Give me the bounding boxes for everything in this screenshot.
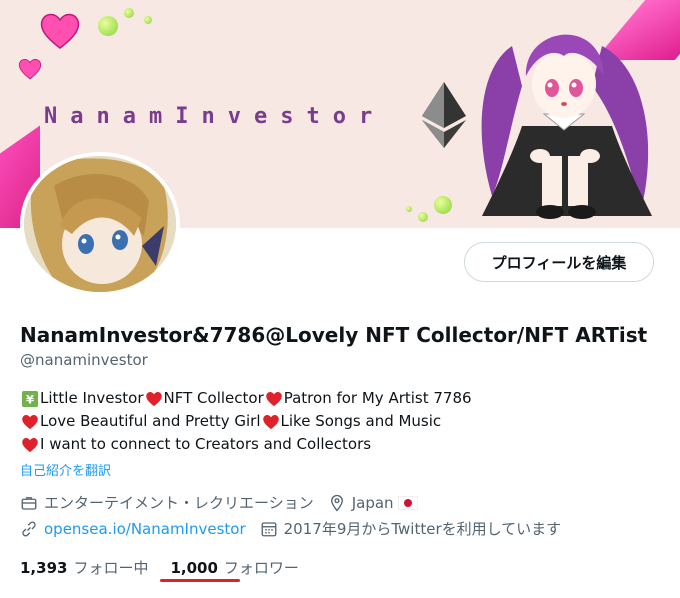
link-icon — [22, 521, 36, 536]
profile-meta-row: opensea.io/NanamInvestor 2017年9月からTwitte… — [20, 518, 575, 539]
red-heart-emoji-icon — [22, 414, 38, 429]
profile-bio: ¥ Little Investor NFT Collector Patron f… — [20, 387, 472, 456]
green-ball — [434, 196, 452, 214]
followers-count: 1,000 — [170, 558, 218, 577]
joined-item: 2017年9月からTwitterを利用しています — [260, 518, 562, 539]
profile-meta-row: エンターテイメント・レクリエーション Japan — [20, 492, 432, 513]
following-label: フォロー中 — [73, 559, 149, 577]
green-ball — [98, 16, 118, 36]
bio-text: Love Beautiful and Pretty Girl — [40, 412, 261, 430]
green-ball — [406, 206, 412, 212]
bio-text: I want to connect to Creators and Collec… — [40, 435, 372, 453]
followers-label: フォロワー — [223, 559, 299, 577]
bio-text: NFT Collector — [163, 389, 264, 407]
briefcase-icon — [21, 496, 37, 510]
website-link[interactable]: opensea.io/NanamInvestor — [44, 520, 246, 538]
anime-girl-illustration — [481, 34, 652, 219]
map-pin-icon — [330, 494, 343, 512]
bio-line: Love Beautiful and Pretty Girl Like Song… — [20, 410, 472, 433]
banner-title: NanamInvestor — [44, 104, 386, 129]
bio-line: I want to connect to Creators and Collec… — [20, 433, 472, 456]
follow-stats: 1,393 フォロー中 1,000 フォロワー — [20, 557, 321, 582]
red-heart-emoji-icon — [262, 414, 279, 429]
bio-text: Patron for My Artist 7786 — [283, 389, 472, 407]
ethereum-icon — [422, 82, 466, 148]
red-heart-emoji-icon — [22, 437, 38, 452]
display-name: NanamInvestor&7786@Lovely NFT Collector/… — [20, 323, 648, 347]
red-underline-annotation — [160, 579, 241, 582]
green-ball — [124, 8, 134, 18]
heart-icon — [18, 59, 42, 80]
bio-line: ¥ Little Investor NFT Collector Patron f… — [20, 387, 472, 410]
bio-text: Like Songs and Music — [280, 412, 442, 430]
yen-chart-emoji-icon: ¥ — [22, 390, 38, 407]
joined-text: 2017年9月からTwitterを利用しています — [283, 520, 562, 538]
following-link[interactable]: 1,393 フォロー中 — [20, 557, 148, 578]
red-heart-emoji-icon — [265, 391, 282, 406]
location-text: Japan — [351, 493, 394, 512]
japan-flag-icon — [397, 495, 418, 510]
avatar-illustration — [24, 156, 176, 292]
followers-link[interactable]: 1,000 フォロワー — [160, 557, 299, 582]
following-count: 1,393 — [20, 558, 68, 577]
green-ball — [144, 16, 152, 24]
location-item: Japan — [328, 494, 418, 512]
user-handle: @nanaminvestor — [20, 351, 148, 369]
translate-bio-link[interactable]: 自己紹介を翻訳 — [20, 460, 111, 479]
bio-text: Little Investor — [40, 389, 144, 407]
svg-text:¥: ¥ — [26, 392, 34, 406]
heart-icon — [40, 13, 80, 49]
red-heart-emoji-icon — [145, 391, 162, 406]
category-text: エンターテイメント・レクリエーション — [44, 494, 314, 512]
calendar-icon — [261, 521, 277, 536]
edit-profile-button[interactable]: プロフィールを編集 — [464, 242, 654, 282]
category-item: エンターテイメント・レクリエーション — [20, 492, 314, 513]
green-ball — [418, 212, 428, 222]
website-item[interactable]: opensea.io/NanamInvestor — [20, 520, 246, 538]
profile-avatar[interactable] — [20, 152, 180, 296]
